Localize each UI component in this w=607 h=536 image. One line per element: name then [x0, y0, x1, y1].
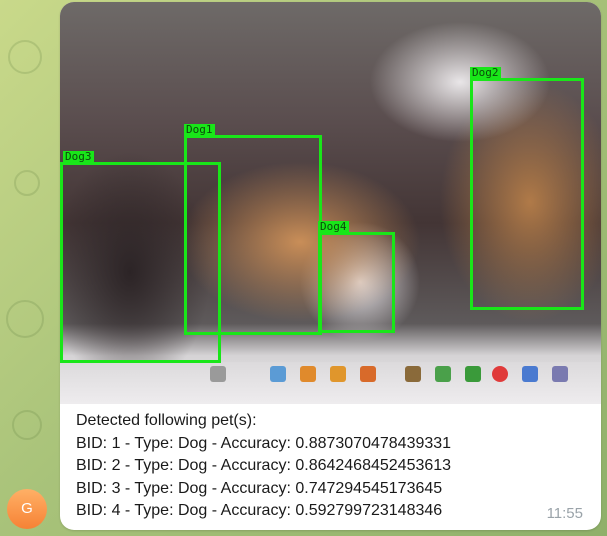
detection-label: Dog2 — [470, 66, 501, 79]
toolbar-icon — [300, 366, 316, 382]
caption-line: BID: 3 - Type: Dog - Accuracy: 0.7472945… — [76, 479, 443, 497]
wallpaper-doodle — [8, 40, 42, 74]
wallpaper-doodle — [6, 300, 44, 338]
toolbar-icon — [435, 366, 451, 382]
toolbar-icon — [270, 366, 286, 382]
caption-line: BID: 1 - Type: Dog - Accuracy: 0.8873070… — [76, 434, 452, 452]
toolbar-icon — [405, 366, 421, 382]
wallpaper-doodle — [12, 410, 42, 440]
caption-line: BID: 2 - Type: Dog - Accuracy: 0.8642468… — [76, 457, 452, 474]
caption-line: BID: 4 - Type: Dog - Accuracy: 0.5927997… — [76, 502, 443, 519]
toolbar-icon — [360, 366, 376, 382]
toolbar-icon — [492, 366, 508, 382]
wallpaper-doodle — [14, 170, 40, 196]
detection-label: Dog3 — [63, 150, 94, 163]
toolbar-icon — [465, 366, 481, 382]
detection-box-dog3: Dog3 — [60, 151, 221, 363]
message-timestamp: 11:55 — [546, 505, 583, 522]
message-bubble[interactable]: Dog1 Dog2 Dog3 Dog4 Detected following p… — [60, 2, 601, 530]
detection-box-dog2: Dog2 — [470, 67, 584, 310]
detection-label: Dog4 — [318, 220, 349, 233]
caption-line: Detected following pet(s): — [76, 412, 257, 429]
detection-box-dog4: Dog4 — [318, 221, 395, 333]
toolbar-icon — [522, 366, 538, 382]
toolbar-icon — [210, 366, 226, 382]
message-caption: Detected following pet(s): BID: 1 - Type… — [76, 410, 576, 523]
detection-label: Dog1 — [184, 123, 215, 136]
toolbar-icon — [552, 366, 568, 382]
toolbar-icon — [330, 366, 346, 382]
sender-avatar[interactable]: G — [7, 489, 47, 529]
